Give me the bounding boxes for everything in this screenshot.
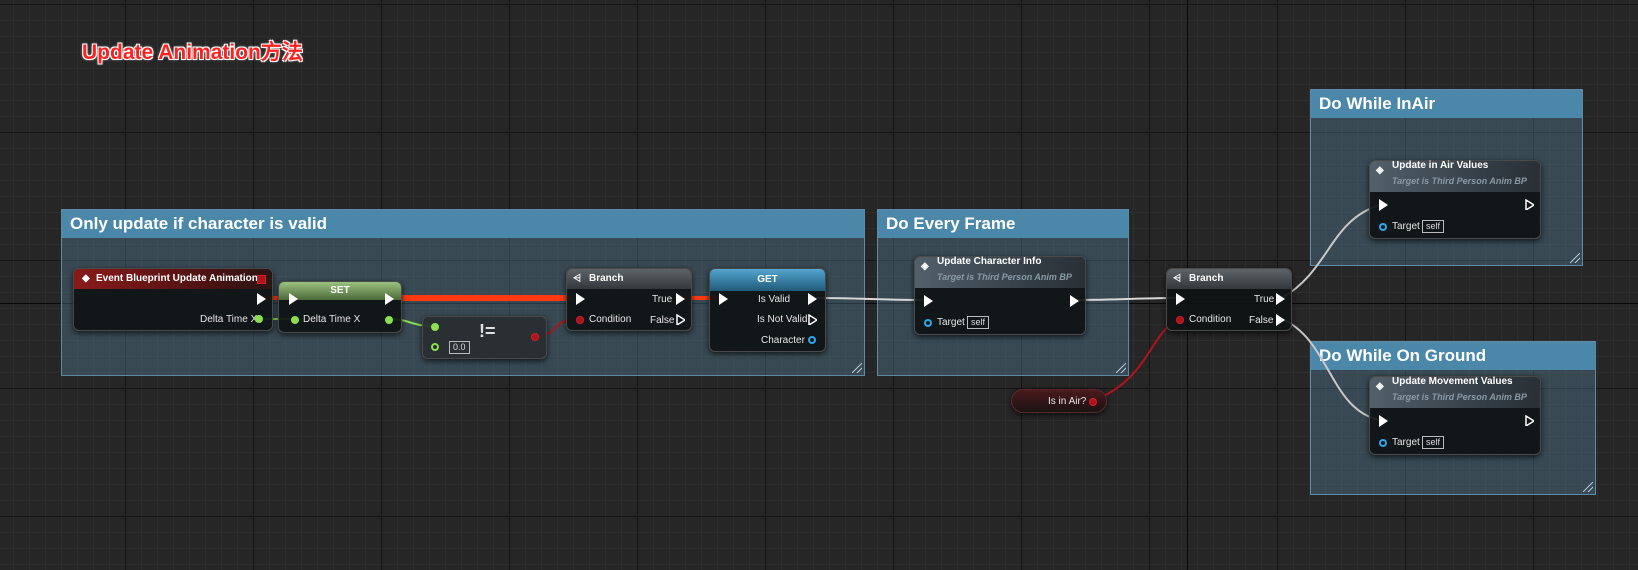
node-header: ◈ Update Character Info Target is Third …	[915, 256, 1085, 288]
not-equal-node[interactable]: 0.0 !=	[422, 316, 547, 359]
exec-in-pin[interactable]	[576, 293, 585, 305]
pin-label: Is Valid	[758, 294, 791, 305]
object-pin-icon[interactable]	[1379, 439, 1387, 447]
pin-label: False	[1249, 315, 1274, 326]
function-icon: ◈	[921, 261, 929, 272]
branch-node-2[interactable]: ⩤ Branch True Condition False	[1166, 268, 1292, 331]
bool-pin-icon[interactable]	[1089, 398, 1097, 406]
node-header: GET	[710, 269, 825, 291]
is-in-air-getter-node[interactable]: Is in Air?	[1011, 389, 1107, 413]
exec-in-pin[interactable]	[289, 293, 298, 305]
node-title: GET	[757, 274, 778, 285]
update-in-air-values-node[interactable]: ◈ Update in Air Values Target is Third P…	[1369, 160, 1541, 239]
pin-label: Delta Time X	[303, 314, 361, 325]
bool-wire	[1091, 318, 1181, 402]
node-title: Update Character Info	[937, 256, 1042, 267]
exec-in-pin[interactable]	[1379, 199, 1388, 211]
exec-out-pin[interactable]	[1070, 295, 1079, 307]
exec-out-pin[interactable]	[808, 293, 817, 305]
node-header: ◈ Update Movement Values Target is Third…	[1370, 376, 1540, 408]
node-title: Branch	[589, 273, 624, 284]
float-pin-icon[interactable]	[431, 343, 439, 351]
node-header: ◆ Event Blueprint Update Animation	[74, 269, 272, 289]
get-validated-node[interactable]: GET Is Valid Is Not Valid Character	[709, 268, 826, 352]
exec-wire	[1281, 318, 1381, 421]
function-icon: ◈	[1376, 381, 1384, 392]
bool-pin-icon[interactable]	[531, 333, 539, 341]
target-input[interactable]: self	[1422, 220, 1445, 233]
event-update-animation-node[interactable]: ◆ Event Blueprint Update Animation Delta…	[73, 268, 273, 331]
exec-in-pin[interactable]	[1176, 293, 1185, 305]
branch-icon: ⩤	[573, 273, 581, 284]
node-header: ⩤ Branch	[1167, 269, 1291, 289]
branch-icon: ⩤	[1173, 273, 1181, 284]
node-title: SET	[330, 285, 350, 296]
float-pin-icon[interactable]	[385, 316, 393, 324]
node-title: Event Blueprint Update Animation	[96, 273, 258, 284]
exec-out-pin-empty[interactable]	[1525, 415, 1534, 426]
target-input[interactable]: self	[1422, 436, 1445, 449]
node-subtitle: Target is Third Person Anim BP	[937, 272, 1072, 282]
float-pin-icon[interactable]	[291, 316, 299, 324]
pin-label: Condition	[589, 314, 632, 325]
pin-label: False	[650, 315, 675, 326]
object-pin-icon[interactable]	[1379, 223, 1387, 231]
node-header: ◈ Update in Air Values Target is Third P…	[1370, 160, 1540, 192]
node-title: Update Movement Values	[1392, 376, 1513, 387]
pin-label: Target	[1392, 221, 1420, 232]
exec-wire	[815, 297, 925, 301]
exec-out-pin[interactable]	[1276, 314, 1285, 326]
exec-in-pin[interactable]	[1379, 415, 1388, 427]
exec-in-pin[interactable]	[924, 295, 933, 307]
getter-label: Is in Air?	[1048, 396, 1087, 407]
bool-pin-icon[interactable]	[576, 316, 584, 324]
event-diamond-icon: ◆	[82, 273, 90, 284]
exec-out-pin[interactable]	[1276, 293, 1285, 305]
operator-label: !=	[479, 321, 496, 341]
exec-out-pin-empty[interactable]	[808, 314, 817, 325]
node-title: Branch	[1189, 273, 1224, 284]
float-pin-icon[interactable]	[255, 315, 263, 323]
value-input[interactable]: 0.0	[449, 341, 470, 354]
pin-label: Target	[937, 317, 965, 328]
update-movement-values-node[interactable]: ◈ Update Movement Values Target is Third…	[1369, 376, 1541, 455]
exec-in-pin[interactable]	[719, 293, 728, 305]
node-header: ⩤ Branch	[567, 269, 691, 289]
delegate-pin-icon[interactable]	[257, 275, 266, 284]
bool-pin-icon[interactable]	[1176, 316, 1184, 324]
exec-out-pin-empty[interactable]	[676, 314, 685, 325]
exec-wire	[1281, 204, 1381, 299]
pin-label: Target	[1392, 437, 1420, 448]
update-character-info-node[interactable]: ◈ Update Character Info Target is Third …	[914, 256, 1086, 335]
exec-out-pin[interactable]	[676, 293, 685, 305]
exec-wire	[1074, 297, 1177, 301]
pin-label: Is Not Valid	[757, 314, 808, 325]
pin-label: Condition	[1189, 314, 1232, 325]
exec-out-pin-empty[interactable]	[1525, 199, 1534, 210]
pin-label: Delta Time X	[200, 314, 258, 325]
exec-out-pin[interactable]	[385, 293, 394, 305]
branch-node-1[interactable]: ⩤ Branch True Condition False	[566, 268, 692, 331]
pin-label: Character	[761, 335, 805, 346]
target-input[interactable]: self	[967, 316, 990, 329]
function-icon: ◈	[1376, 165, 1384, 176]
node-title: Update in Air Values	[1392, 160, 1489, 171]
exec-out-pin[interactable]	[257, 293, 266, 305]
node-subtitle: Target is Third Person Anim BP	[1392, 392, 1527, 402]
float-pin-icon[interactable]	[431, 323, 439, 331]
set-node[interactable]: SET Delta Time X	[278, 281, 402, 333]
object-pin-icon[interactable]	[808, 336, 816, 344]
pin-label: True	[1254, 294, 1275, 305]
node-subtitle: Target is Third Person Anim BP	[1392, 176, 1527, 186]
object-pin-icon[interactable]	[924, 319, 932, 327]
pin-label: True	[652, 294, 673, 305]
